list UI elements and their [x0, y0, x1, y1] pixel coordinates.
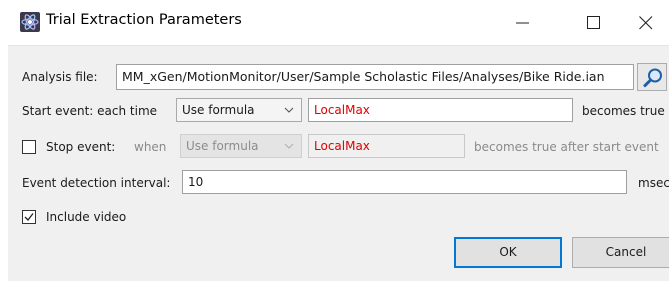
background-edge [0, 0, 8, 281]
motion-monitor-app-icon [20, 12, 40, 32]
event-detection-interval-label: Event detection interval: [22, 176, 171, 190]
event-detection-interval-field[interactable]: 10 [182, 170, 627, 194]
trial-extraction-dialog: Trial Extraction Parameters Analysis fil… [0, 0, 669, 281]
interval-unit-label: msec [638, 176, 669, 190]
chevron-down-icon [284, 107, 294, 113]
stop-event-suffix-label: becomes true after start event [474, 140, 659, 154]
start-event-mode-value: Use formula [182, 103, 255, 117]
analysis-file-label: Analysis file: [22, 70, 98, 84]
close-button[interactable] [623, 0, 669, 45]
dialog-content: Analysis file: MM_xGen/MotionMonitor/Use… [8, 46, 669, 281]
maximize-button[interactable] [571, 0, 617, 45]
stop-event-checkbox[interactable] [22, 140, 36, 154]
title-bar[interactable]: Trial Extraction Parameters [8, 0, 669, 46]
include-video-checkbox[interactable] [22, 210, 36, 224]
close-icon [639, 16, 653, 30]
stop-event-mode-select[interactable]: Use formula [180, 134, 302, 158]
start-event-formula-field[interactable]: LocalMax [308, 98, 573, 122]
minimize-icon [516, 22, 529, 24]
ok-button[interactable]: OK [454, 237, 562, 268]
start-event-label: Start event: each time [22, 104, 158, 118]
stop-event-mode-value: Use formula [186, 139, 259, 153]
start-event-suffix-label: becomes true [582, 104, 665, 118]
event-detection-interval-value: 10 [188, 175, 204, 189]
stop-event-formula-field[interactable]: LocalMax [308, 134, 465, 158]
cancel-button[interactable]: Cancel [572, 237, 669, 268]
minimize-button[interactable] [500, 0, 546, 45]
window-title: Trial Extraction Parameters [46, 12, 242, 28]
checkmark-icon [24, 213, 34, 221]
browse-analysis-button[interactable] [637, 63, 667, 91]
magnifier-icon [643, 68, 662, 88]
ok-button-label: OK [499, 245, 517, 259]
start-event-formula-value: LocalMax [314, 103, 370, 117]
maximize-icon [587, 16, 600, 29]
stop-event-when-label: when [134, 140, 167, 154]
analysis-file-field[interactable]: MM_xGen/MotionMonitor/User/Sample Schola… [116, 64, 634, 90]
start-event-mode-select[interactable]: Use formula [176, 98, 302, 122]
chevron-down-icon [284, 143, 294, 149]
stop-event-label: Stop event: [46, 140, 116, 154]
include-video-label: Include video [46, 210, 127, 224]
stop-event-formula-value: LocalMax [314, 139, 370, 153]
analysis-file-path: MM_xGen/MotionMonitor/User/Sample Schola… [122, 69, 605, 84]
cancel-button-label: Cancel [605, 245, 647, 259]
